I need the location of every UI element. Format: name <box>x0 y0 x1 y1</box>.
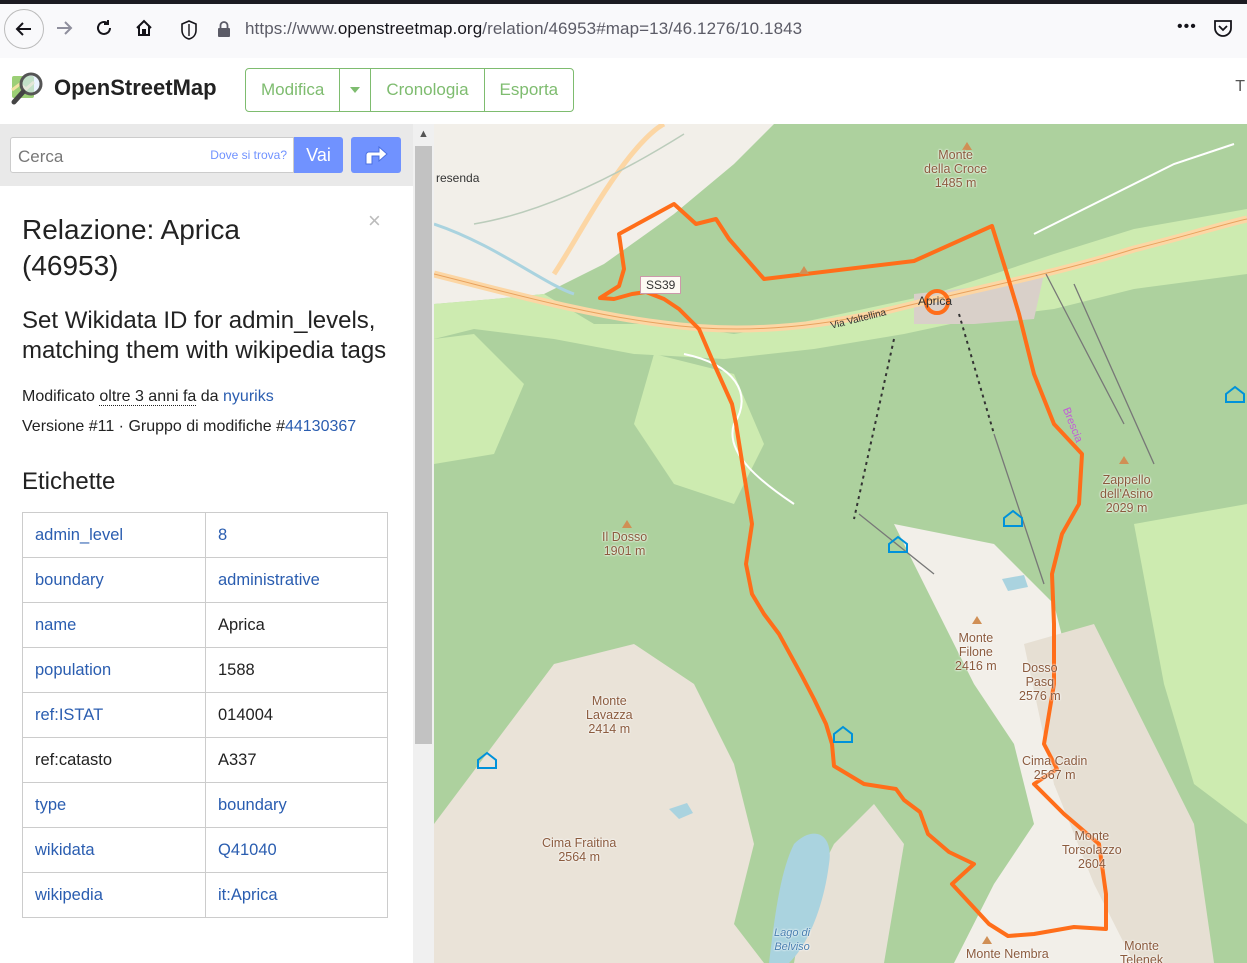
version-info: Versione #11 · Gruppo di modifiche #4413… <box>22 412 392 442</box>
tag-key: ref:catasto <box>22 737 206 783</box>
version-prefix: Versione #11 · Gruppo di modifiche # <box>22 418 285 435</box>
caret-down-icon <box>350 87 361 93</box>
map-label-monte-nembra: Monte Nembra <box>966 947 1049 961</box>
map-label-monte-croce: Monte della Croce 1485 m <box>924 148 988 190</box>
feature-title-line1: Relazione: Aprica <box>22 214 240 245</box>
url-bar[interactable]: https://www.openstreetmap.org/relation/4… <box>170 12 1170 46</box>
map-label-ss39: SS39 <box>640 276 682 294</box>
edit-button-group: Modifica Cronologia Esporta <box>245 68 575 112</box>
map-label-lago-belviso: Lago di Belviso <box>774 927 811 953</box>
home-icon <box>136 19 152 36</box>
home-button[interactable] <box>126 10 162 46</box>
modified-by-text: da <box>196 388 224 405</box>
tag-key[interactable]: admin_level <box>22 512 206 558</box>
back-button[interactable] <box>4 9 44 49</box>
edit-dropdown-button[interactable] <box>339 69 370 111</box>
map-label-il-dosso: Il Dosso 1901 m <box>602 530 648 558</box>
browser-toolbar: https://www.openstreetmap.org/relation/4… <box>0 0 1247 59</box>
tags-heading: Etichette <box>22 468 116 495</box>
modified-prefix: Modificato <box>22 388 100 405</box>
tag-value: A337 <box>205 737 388 783</box>
sidebar-scrollbar[interactable]: ▲ <box>413 124 434 963</box>
page-actions-button[interactable]: ••• <box>1177 18 1197 36</box>
tag-row: name Aprica <box>22 602 388 648</box>
export-button[interactable]: Esporta <box>483 69 574 111</box>
reload-button[interactable] <box>86 10 122 46</box>
scroll-up-icon[interactable]: ▲ <box>418 128 429 140</box>
user-link[interactable]: nyuriks <box>223 388 274 405</box>
arrow-right-icon <box>57 21 73 35</box>
tag-value[interactable]: 8 <box>205 512 388 558</box>
header-truncated-item[interactable]: T <box>1235 78 1245 96</box>
tags-table: admin_level 8 boundary administrative name Ap… <box>22 512 388 918</box>
tag-key[interactable]: population <box>22 647 206 693</box>
edit-button[interactable]: Modifica <box>246 69 339 111</box>
tag-value: Aprica <box>205 602 388 648</box>
tag-key[interactable]: wikipedia <box>22 872 206 918</box>
search-input[interactable]: Cerca Dove si trova? <box>10 137 294 173</box>
tag-key[interactable]: ref:ISTAT <box>22 692 206 738</box>
map-label-monte-telenek: Monte Telenek <box>1120 939 1164 963</box>
tag-key[interactable]: wikidata <box>22 827 206 873</box>
tag-value[interactable]: boundary <box>205 782 388 828</box>
tag-row: boundary administrative <box>22 557 388 603</box>
osm-header: OpenStreetMap Modifica Cronologia Esport… <box>0 58 1247 124</box>
shield-icon <box>181 20 197 40</box>
map-label-cima-cadin: Cima Cadin 2567 m <box>1022 754 1088 782</box>
map-label-dosso-pasq: Dosso Pasq 2576 m <box>1019 661 1061 703</box>
feature-panel: Relazione: Aprica (46953) Set Wikidata I… <box>22 186 392 918</box>
map-label-zappello: Zappello dell'Asino 2029 m <box>1100 473 1154 515</box>
tag-value[interactable]: Q41040 <box>205 827 388 873</box>
map-label-tresenda: resenda <box>436 171 480 185</box>
osm-logo[interactable]: OpenStreetMap <box>10 70 217 106</box>
tag-value: 1588 <box>205 647 388 693</box>
map-label-cima-fraitina: Cima Fraitina 2564 m <box>542 836 617 864</box>
pocket-button[interactable] <box>1212 17 1234 44</box>
window-top-edge <box>0 0 1247 4</box>
modified-info: Modificato oltre 3 anni fa da nyuriks <box>22 382 392 412</box>
modified-time: oltre 3 anni fa <box>99 388 197 406</box>
forward-button[interactable] <box>46 10 82 46</box>
search-form: Cerca Dove si trova? Vai <box>0 124 413 186</box>
tag-value[interactable]: it:Aprica <box>205 872 388 918</box>
directions-button[interactable] <box>351 137 401 173</box>
sidebar: Cerca Dove si trova? Vai × Relazione: Ap… <box>0 124 413 963</box>
where-is-this-link[interactable]: Dove si trova? <box>210 148 287 162</box>
map-label-monte-torsolazzo: Monte Torsolazzo 2604 <box>1062 829 1122 871</box>
osm-magnifier-logo-icon <box>11 72 43 105</box>
tag-row: admin_level 8 <box>22 512 388 558</box>
tag-key[interactable]: name <box>22 602 206 648</box>
tag-row: wikidata Q41040 <box>22 827 388 873</box>
tag-key[interactable]: type <box>22 782 206 828</box>
directions-arrow-icon <box>365 145 388 165</box>
reload-icon <box>97 20 111 35</box>
map-label-monte-lavazza: Monte Lavazza 2414 m <box>586 694 633 736</box>
tag-key[interactable]: boundary <box>22 557 206 603</box>
tag-value[interactable]: administrative <box>205 557 388 603</box>
tag-row: population 1588 <box>22 647 388 693</box>
tag-row: type boundary <box>22 782 388 828</box>
arrow-left-icon <box>15 22 31 36</box>
pocket-icon <box>1214 20 1232 37</box>
tag-value: 014004 <box>205 692 388 738</box>
lock-icon <box>218 21 230 37</box>
tag-row: ref:ISTAT 014004 <box>22 692 388 738</box>
map-label-monte-filone: Monte Filone 2416 m <box>955 631 997 673</box>
tag-row: wikipedia it:Aprica <box>22 872 388 918</box>
map-label-aprica: Aprica <box>918 294 953 308</box>
changeset-comment: Set Wikidata ID for admin_levels, matchi… <box>22 307 387 364</box>
search-go-button[interactable]: Vai <box>294 137 343 173</box>
search-placeholder: Cerca <box>18 147 64 166</box>
url-text: https://www.openstreetmap.org/relation/4… <box>245 19 803 38</box>
site-name: OpenStreetMap <box>54 75 217 100</box>
scrollbar-thumb[interactable] <box>415 146 432 744</box>
map-view[interactable]: Monte della Croce 1485 m resenda SS39 Vi… <box>434 124 1247 963</box>
feature-title: Relazione: Aprica (46953) <box>22 212 392 284</box>
tag-row: ref:catasto A337 <box>22 737 388 783</box>
history-button[interactable]: Cronologia <box>370 69 483 111</box>
feature-title-line2: (46953) <box>22 250 119 281</box>
changeset-link[interactable]: 44130367 <box>285 418 356 435</box>
